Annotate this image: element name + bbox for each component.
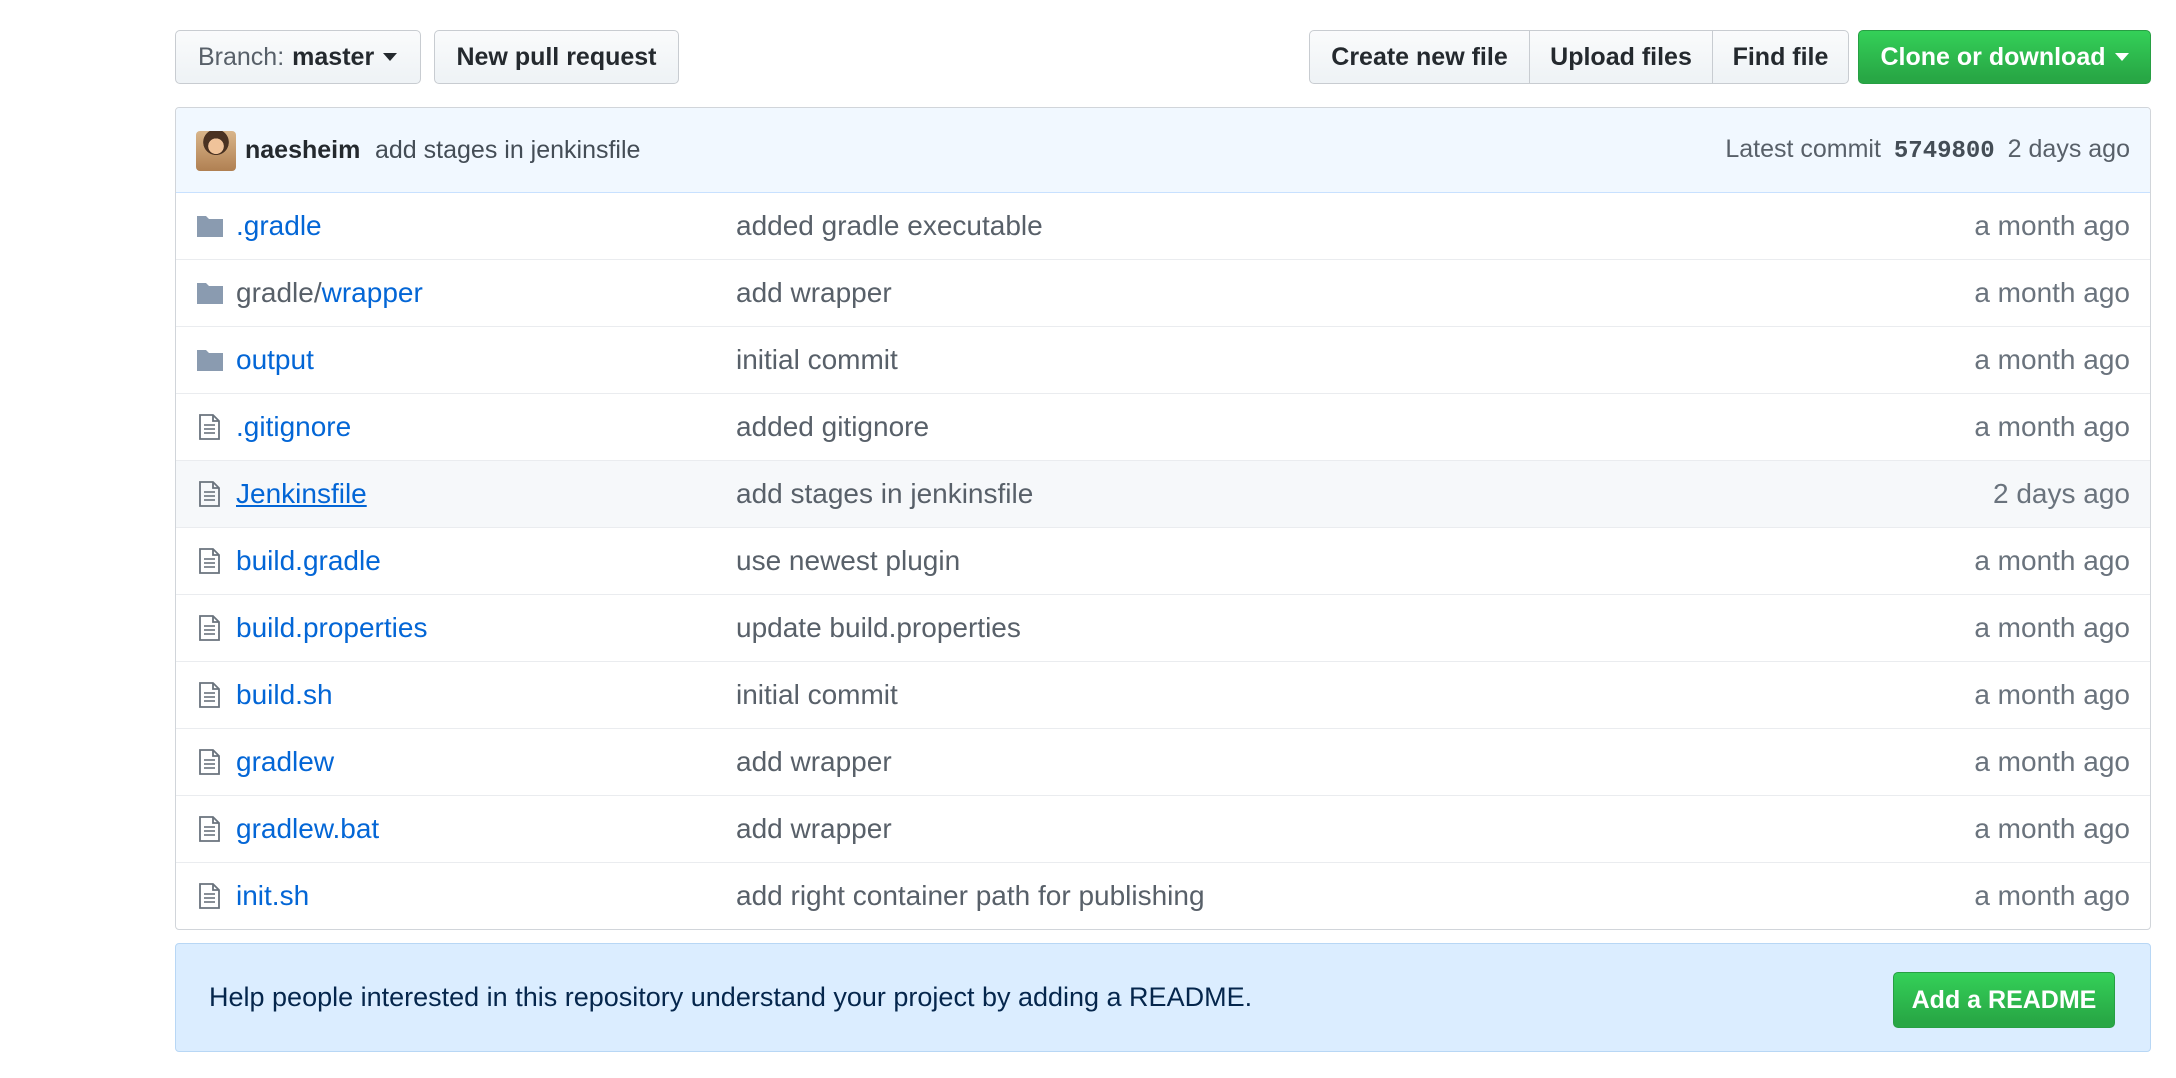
file-icon xyxy=(196,682,224,708)
latest-commit-label: Latest commit xyxy=(1725,135,1881,163)
file-name-link[interactable]: build.properties xyxy=(236,612,427,644)
file-row: init.sh add right container path for publ… xyxy=(176,862,2150,929)
file-row: gradlew.bat add wrapper a month ago xyxy=(176,795,2150,862)
file-icon xyxy=(196,816,224,842)
commit-message-link[interactable]: add wrapper xyxy=(736,813,892,845)
repository-file-navigation: Branch: master New pull request Create n… xyxy=(175,30,2151,1052)
file-row: build.properties update build.properties a… xyxy=(176,594,2150,661)
file-name-link[interactable]: .gitignore xyxy=(236,411,351,443)
file-icon xyxy=(196,883,224,909)
commit-message-link[interactable]: add right container path for publishing xyxy=(736,880,1205,912)
upload-files-button[interactable]: Upload files xyxy=(1529,30,1713,84)
commit-age: a month ago xyxy=(1974,277,2130,308)
commit-message-link[interactable]: add stages in jenkinsfile xyxy=(375,136,640,165)
file-name-text: .gitignore xyxy=(236,411,352,442)
commit-age: 2 days ago xyxy=(2007,135,2130,163)
latest-commit-bar: naesheim add stages in jenkinsfile Lates… xyxy=(176,108,2150,193)
commit-message-link[interactable]: added gradle executable xyxy=(736,210,1043,242)
file-name-text: build.gradle xyxy=(236,545,381,576)
file-name-text: wrapper xyxy=(321,277,423,308)
add-readme-button[interactable]: Add a README xyxy=(1893,972,2115,1028)
file-icon xyxy=(196,749,224,775)
branch-name-label: master xyxy=(292,42,375,71)
readme-banner: Help people interested in this repositor… xyxy=(175,943,2151,1052)
file-row: gradle/wrapper add wrapper a month ago xyxy=(176,259,2150,326)
create-new-file-button[interactable]: Create new file xyxy=(1309,30,1530,84)
commit-age: a month ago xyxy=(1974,880,2130,911)
file-name-text: .gradle xyxy=(236,210,322,241)
branch-prefix-label: Branch: xyxy=(198,42,285,71)
file-name-link[interactable]: output xyxy=(236,344,314,376)
clone-or-download-label: Clone or download xyxy=(1880,42,2106,71)
commit-age: a month ago xyxy=(1974,679,2130,710)
file-path-prefix: gradle/ xyxy=(236,277,322,308)
commit-message-link[interactable]: use newest plugin xyxy=(736,545,960,577)
commit-message-link[interactable]: added gitignore xyxy=(736,411,929,443)
commit-age: a month ago xyxy=(1974,545,2130,576)
folder-icon xyxy=(196,347,224,373)
file-table: naesheim add stages in jenkinsfile Lates… xyxy=(175,107,2151,930)
file-name-text: build.properties xyxy=(236,612,428,643)
new-pull-request-button[interactable]: New pull request xyxy=(434,30,679,84)
file-toolbar: Branch: master New pull request Create n… xyxy=(175,30,2151,86)
file-name-link[interactable]: gradlew.bat xyxy=(236,813,379,845)
file-row: build.sh initial commit a month ago xyxy=(176,661,2150,728)
file-name-link[interactable]: build.sh xyxy=(236,679,333,711)
file-name-text: init.sh xyxy=(236,880,310,911)
folder-icon xyxy=(196,280,224,306)
commit-message-link[interactable]: update build.properties xyxy=(736,612,1021,644)
commit-age: a month ago xyxy=(1974,344,2130,375)
file-name-text: Jenkinsfile xyxy=(236,478,367,509)
file-icon xyxy=(196,548,224,574)
file-actions-button-group: Create new file Upload files Find file xyxy=(1309,30,1849,84)
file-name-link[interactable]: gradlew xyxy=(236,746,334,778)
file-row: .gradle added gradle executable a month ag… xyxy=(176,193,2150,259)
find-file-button[interactable]: Find file xyxy=(1712,30,1849,84)
file-name-link[interactable]: Jenkinsfile xyxy=(236,478,367,510)
file-list: .gradle added gradle executable a month ag… xyxy=(176,193,2150,929)
commit-message-link[interactable]: add wrapper xyxy=(736,746,892,778)
commit-message-link[interactable]: add wrapper xyxy=(736,277,892,309)
file-name-link[interactable]: gradle/wrapper xyxy=(236,277,423,309)
commit-sha-link[interactable]: 5749800 xyxy=(1894,138,1995,165)
file-row: build.gradle use newest plugin a month ago xyxy=(176,527,2150,594)
file-row: gradlew add wrapper a month ago xyxy=(176,728,2150,795)
clone-or-download-button[interactable]: Clone or download xyxy=(1858,30,2151,84)
file-name-link[interactable]: init.sh xyxy=(236,880,309,912)
caret-down-icon xyxy=(2114,53,2129,61)
commit-age: 2 days ago xyxy=(1993,478,2130,509)
commit-author-link[interactable]: naesheim xyxy=(245,136,360,165)
file-name-text: output xyxy=(236,344,314,375)
commit-age: a month ago xyxy=(1974,411,2130,442)
file-icon xyxy=(196,615,224,641)
file-row: .gitignore added gitignore a month ago xyxy=(176,393,2150,460)
commit-age: a month ago xyxy=(1974,612,2130,643)
file-row: output initial commit a month ago xyxy=(176,326,2150,393)
file-row: Jenkinsfile add stages in jenkinsfile 2 da… xyxy=(176,460,2150,527)
branch-select-button[interactable]: Branch: master xyxy=(175,30,421,84)
file-icon xyxy=(196,414,224,440)
commit-age: a month ago xyxy=(1974,813,2130,844)
readme-banner-text: Help people interested in this repositor… xyxy=(209,982,1253,1012)
file-name-text: gradlew.bat xyxy=(236,813,380,844)
file-name-text: build.sh xyxy=(236,679,333,710)
file-name-link[interactable]: build.gradle xyxy=(236,545,381,577)
file-name-text: gradlew xyxy=(236,746,335,777)
file-name-link[interactable]: .gradle xyxy=(236,210,322,242)
caret-down-icon xyxy=(383,53,398,61)
commit-message-link[interactable]: add stages in jenkinsfile xyxy=(736,478,1033,510)
folder-icon xyxy=(196,213,224,239)
author-avatar[interactable] xyxy=(196,131,236,171)
commit-age: a month ago xyxy=(1974,746,2130,777)
commit-age: a month ago xyxy=(1974,210,2130,241)
commit-meta: Latest commit 5749800 2 days ago xyxy=(1725,135,2130,165)
commit-message-link[interactable]: initial commit xyxy=(736,344,898,376)
commit-message-link[interactable]: initial commit xyxy=(736,679,898,711)
file-icon xyxy=(196,481,224,507)
